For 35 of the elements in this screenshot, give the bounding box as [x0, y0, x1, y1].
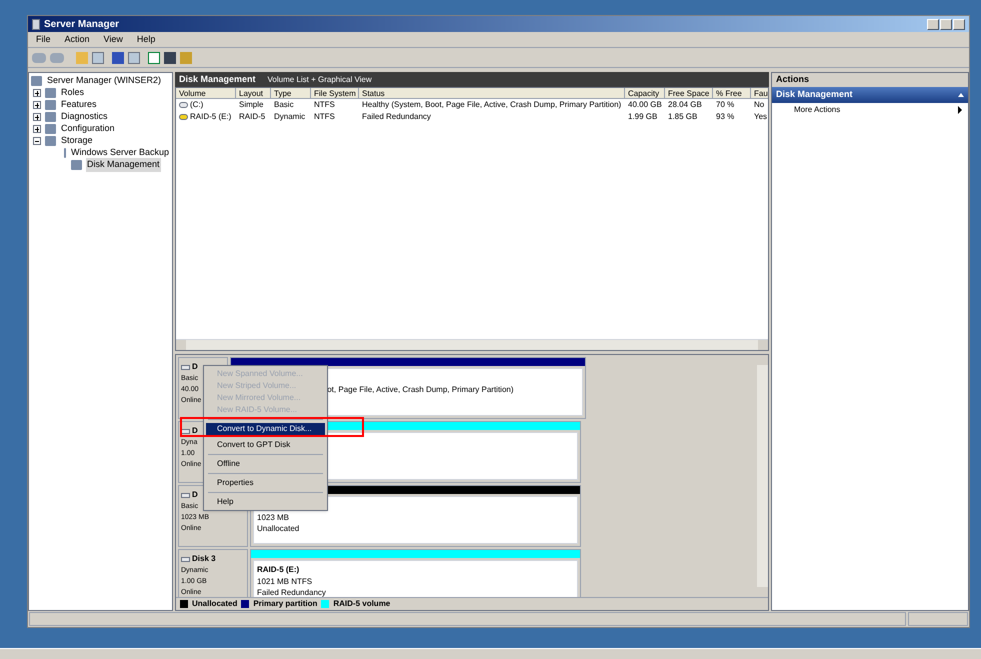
table-cell: No — [754, 99, 764, 111]
table-cell: 40.00 GB — [628, 99, 662, 111]
table-cell: 93 % — [716, 111, 734, 123]
disk-name: D — [192, 425, 198, 437]
window-title: Server Manager — [44, 18, 120, 32]
partition-info: Failed Redundancy — [257, 587, 327, 597]
table-cell: Basic — [274, 99, 294, 111]
legend-label: RAID-5 volume — [333, 598, 390, 610]
table-cell: 1.99 GB — [628, 111, 658, 123]
table-cell: NTFS — [314, 99, 335, 111]
disk-name: D — [192, 361, 198, 373]
panel-title: Disk Management — [179, 72, 256, 86]
table-cell: 28.04 GB — [668, 99, 702, 111]
table-cell: RAID-5 (E:) — [190, 111, 232, 123]
disk-name: Disk 3 — [192, 553, 216, 565]
table-cell: Dynamic — [274, 111, 306, 123]
table-cell: Simple — [239, 99, 264, 111]
volume-title: RAID-5 (E:) — [257, 564, 300, 576]
partition-info: Unallocated — [257, 523, 300, 534]
table-cell: 1.85 GB — [668, 111, 698, 123]
table-cell: RAID-5 — [239, 111, 266, 123]
partition-info: 1023 MB — [257, 512, 290, 523]
disk-name: D — [192, 489, 198, 501]
legend-label: Primary partition — [253, 598, 318, 610]
table-cell: NTFS — [314, 111, 335, 123]
section-title: Disk Management — [776, 88, 853, 102]
table-cell: 70 % — [716, 99, 734, 111]
table-cell: Failed Redundancy — [362, 111, 431, 123]
legend-label: Unallocated — [192, 598, 238, 610]
table-cell: Yes — [754, 111, 768, 123]
view-label: Volume List + Graphical View — [268, 74, 372, 86]
table-cell: (C:) — [190, 99, 204, 111]
table-cell: Healthy (System, Boot, Page File, Active, Crash Dump, Primary Partition) — [362, 99, 622, 111]
partition-info: 1021 MB NTFS — [257, 576, 314, 587]
actions-title: Actions — [772, 73, 968, 87]
